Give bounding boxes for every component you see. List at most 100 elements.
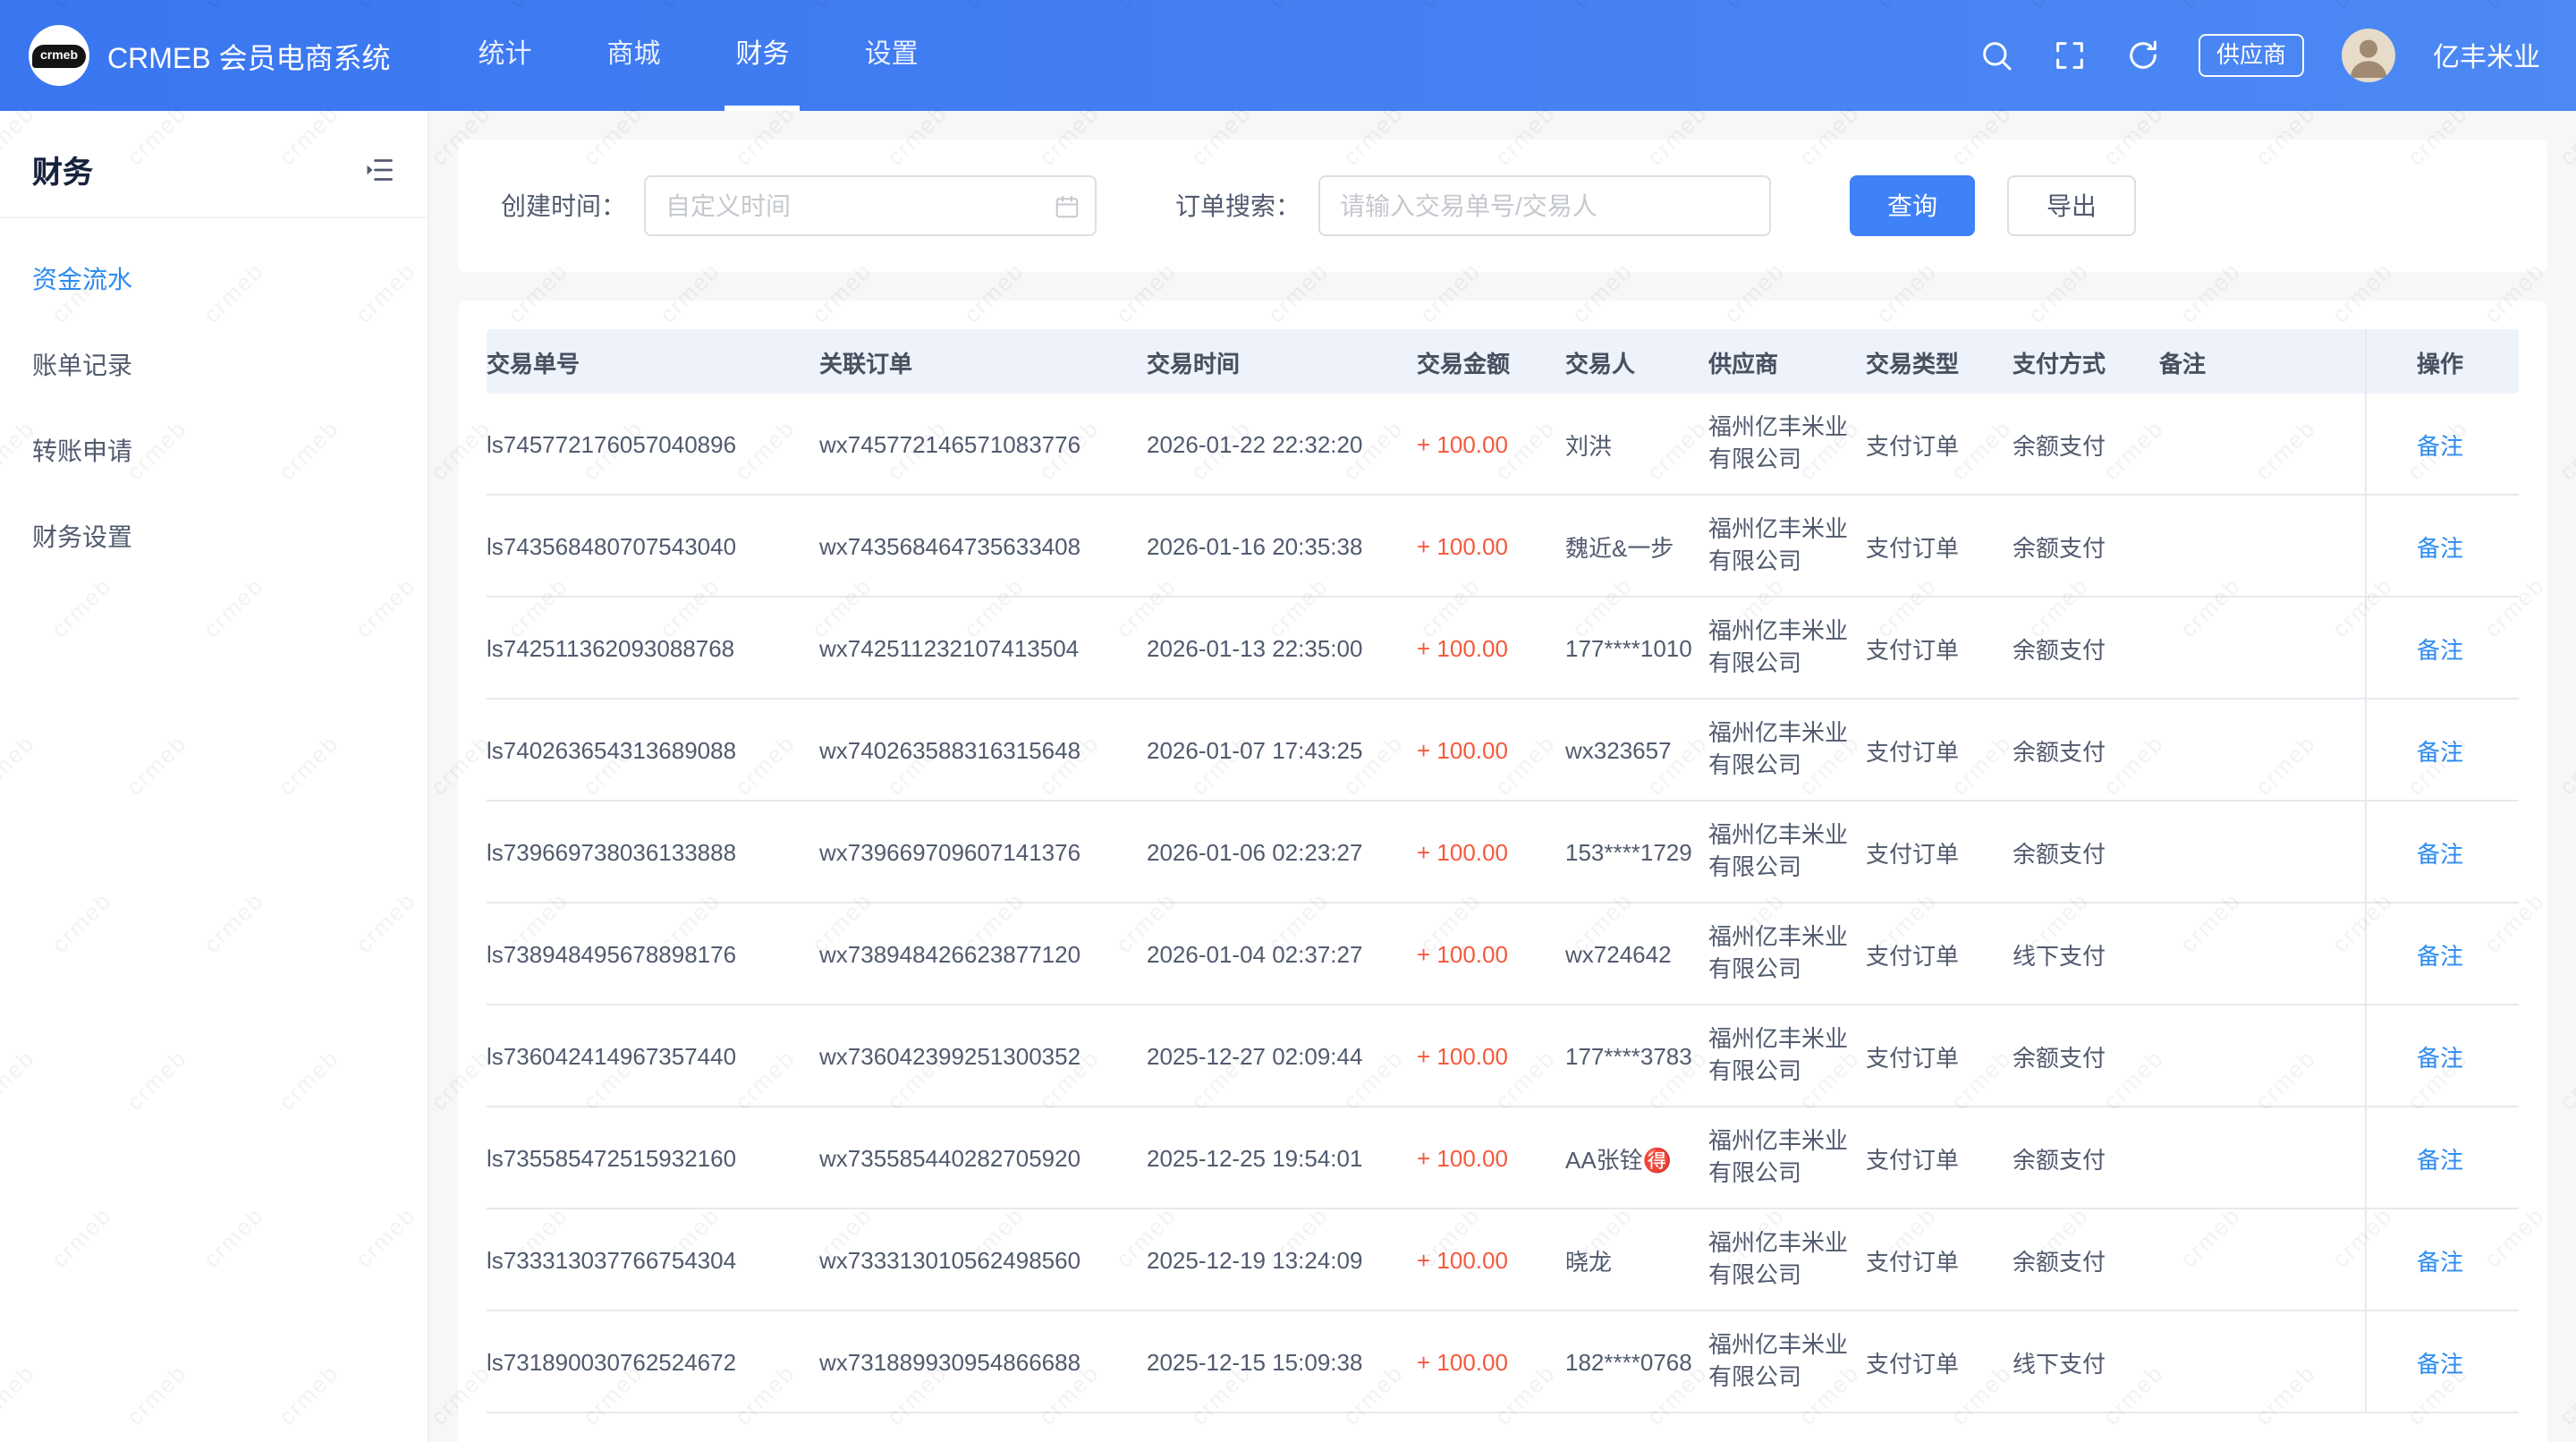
cell-transaction-type: 支付订单 xyxy=(1866,631,2012,665)
cell-action: 备注 xyxy=(2365,496,2519,596)
cell-action: 备注 xyxy=(2365,1107,2519,1208)
cell-transaction-type: 支付订单 xyxy=(1866,1344,2012,1378)
cell-amount: + 100.00 xyxy=(1417,1348,1565,1375)
cell-transaction-id: ls736042414967357440 xyxy=(487,1042,819,1069)
nav-item-settings[interactable]: 设置 xyxy=(827,0,956,111)
sidebar-item-finance-settings[interactable]: 财务设置 xyxy=(0,494,428,580)
remark-action-link[interactable]: 备注 xyxy=(2417,631,2463,665)
table-row: ls740263654313689088 wx74026358831631564… xyxy=(487,700,2519,802)
col-supplier: 供应商 xyxy=(1708,344,1866,378)
col-action: 操作 xyxy=(2365,329,2519,394)
cell-transaction-id: ls745772176057040896 xyxy=(487,430,819,457)
cell-transaction-type: 支付订单 xyxy=(1866,1039,2012,1073)
create-time-input-wrap xyxy=(644,175,1097,236)
cell-transaction-type: 支付订单 xyxy=(1866,733,2012,767)
cell-transaction-id: ls738948495678898176 xyxy=(487,940,819,967)
search-icon[interactable] xyxy=(1979,38,2014,73)
cell-related-order: wx743568464735633408 xyxy=(819,532,1147,559)
app-logo[interactable]: crmeb xyxy=(29,25,89,86)
cell-related-order: wx733313010562498560 xyxy=(819,1246,1147,1273)
remark-action-link[interactable]: 备注 xyxy=(2417,1243,2463,1277)
cell-amount: + 100.00 xyxy=(1417,1042,1565,1069)
cell-related-order: wx735585440282705920 xyxy=(819,1144,1147,1171)
cell-transaction-time: 2026-01-16 20:35:38 xyxy=(1147,532,1417,559)
create-time-input[interactable] xyxy=(644,175,1097,236)
cell-transaction-type: 支付订单 xyxy=(1866,1141,2012,1175)
main-content: 创建时间： 订单搜索： 查询 导出 交易单号 关联订单 交易时间 交易金额 交易… xyxy=(429,111,2576,1442)
refresh-icon[interactable] xyxy=(2125,38,2161,73)
sidebar: 财务 资金流水 账单记录 转账申请 财务设置 xyxy=(0,111,429,1442)
cell-amount: + 100.00 xyxy=(1417,430,1565,457)
transactions-table: 交易单号 关联订单 交易时间 交易金额 交易人 供应商 交易类型 支付方式 备注… xyxy=(458,301,2547,1442)
nav-item-finance[interactable]: 财务 xyxy=(699,0,827,111)
export-button[interactable]: 导出 xyxy=(2007,175,2136,236)
cell-supplier: 福州亿丰米业有限公司 xyxy=(1708,615,1866,680)
cell-transaction-id: ls733313037766754304 xyxy=(487,1246,819,1273)
cell-supplier: 福州亿丰米业有限公司 xyxy=(1708,1329,1866,1394)
col-transaction-type: 交易类型 xyxy=(1866,344,2012,378)
sidebar-title: 财务 xyxy=(32,147,93,191)
nav-item-mall[interactable]: 商城 xyxy=(570,0,699,111)
remark-action-link[interactable]: 备注 xyxy=(2417,427,2463,461)
cell-trader: 177****3783 xyxy=(1565,1042,1708,1069)
sidebar-item-capital-flow[interactable]: 资金流水 xyxy=(0,236,428,322)
cell-transaction-type: 支付订单 xyxy=(1866,1243,2012,1277)
cell-transaction-type: 支付订单 xyxy=(1866,529,2012,563)
cell-supplier: 福州亿丰米业有限公司 xyxy=(1708,411,1866,476)
remark-action-link[interactable]: 备注 xyxy=(2417,1344,2463,1378)
sidebar-header: 财务 xyxy=(0,111,428,218)
remark-action-link[interactable]: 备注 xyxy=(2417,529,2463,563)
order-search-label: 订单搜索： xyxy=(1175,188,1301,224)
supplier-role-badge[interactable]: 供应商 xyxy=(2199,34,2304,78)
remark-action-link[interactable]: 备注 xyxy=(2417,1141,2463,1175)
cell-trader: 刘洪 xyxy=(1565,427,1708,461)
col-remark: 备注 xyxy=(2159,344,2365,378)
col-trader: 交易人 xyxy=(1565,344,1708,378)
remark-action-link[interactable]: 备注 xyxy=(2417,937,2463,971)
cell-amount: + 100.00 xyxy=(1417,1246,1565,1273)
username-label[interactable]: 亿丰米业 xyxy=(2433,37,2540,74)
cell-related-order: wx742511232107413504 xyxy=(819,634,1147,661)
remark-action-link[interactable]: 备注 xyxy=(2417,835,2463,869)
cell-amount: + 100.00 xyxy=(1417,736,1565,763)
table-row: ls736042414967357440 wx73604239925130035… xyxy=(487,1005,2519,1107)
cell-action: 备注 xyxy=(2365,394,2519,494)
cell-amount: + 100.00 xyxy=(1417,940,1565,967)
cell-trader: wx323657 xyxy=(1565,736,1708,763)
table-row: ls733313037766754304 wx73331301056249856… xyxy=(487,1209,2519,1311)
cell-pay-method: 余额支付 xyxy=(2012,1039,2159,1073)
remark-action-link[interactable]: 备注 xyxy=(2417,733,2463,767)
cell-supplier: 福州亿丰米业有限公司 xyxy=(1708,1227,1866,1292)
calendar-icon[interactable] xyxy=(1054,193,1080,220)
cell-related-order: wx745772146571083776 xyxy=(819,430,1147,457)
sidebar-item-bill-records[interactable]: 账单记录 xyxy=(0,322,428,408)
cell-transaction-id: ls731890030762524672 xyxy=(487,1348,819,1375)
cell-transaction-time: 2025-12-27 02:09:44 xyxy=(1147,1042,1417,1069)
cell-transaction-id: ls743568480707543040 xyxy=(487,532,819,559)
cell-transaction-time: 2025-12-25 19:54:01 xyxy=(1147,1144,1417,1171)
sidebar-item-transfer-request[interactable]: 转账申请 xyxy=(0,408,428,494)
cell-supplier: 福州亿丰米业有限公司 xyxy=(1708,1023,1866,1088)
table-row: ls731890030762524672 wx73188993095486668… xyxy=(487,1311,2519,1413)
nav-item-statistics[interactable]: 统计 xyxy=(440,0,569,111)
cell-amount: + 100.00 xyxy=(1417,1144,1565,1171)
remark-action-link[interactable]: 备注 xyxy=(2417,1039,2463,1073)
cell-trader: 182****0768 xyxy=(1565,1348,1708,1375)
search-button[interactable]: 查询 xyxy=(1850,175,1975,236)
cell-pay-method: 线下支付 xyxy=(2012,1344,2159,1378)
cell-trader: 魏近&一步 xyxy=(1565,529,1708,563)
order-search-input[interactable] xyxy=(1318,175,1771,236)
order-search-input-wrap xyxy=(1318,175,1771,236)
cell-transaction-type: 支付订单 xyxy=(1866,427,2012,461)
cell-related-order: wx739669709607141376 xyxy=(819,838,1147,865)
user-avatar[interactable] xyxy=(2342,29,2395,82)
cell-amount: + 100.00 xyxy=(1417,634,1565,661)
table-body: ls745772176057040896 wx74577214657108377… xyxy=(487,394,2519,1413)
fullscreen-icon[interactable] xyxy=(2052,38,2088,73)
collapse-sidebar-icon[interactable] xyxy=(363,153,395,185)
cell-trader: AA张铨🉐 xyxy=(1565,1141,1708,1175)
cell-action: 备注 xyxy=(2365,903,2519,1004)
cell-transaction-type: 支付订单 xyxy=(1866,937,2012,971)
cell-transaction-time: 2026-01-13 22:35:00 xyxy=(1147,634,1417,661)
navbar-right: 供应商 亿丰米业 xyxy=(1979,29,2540,82)
